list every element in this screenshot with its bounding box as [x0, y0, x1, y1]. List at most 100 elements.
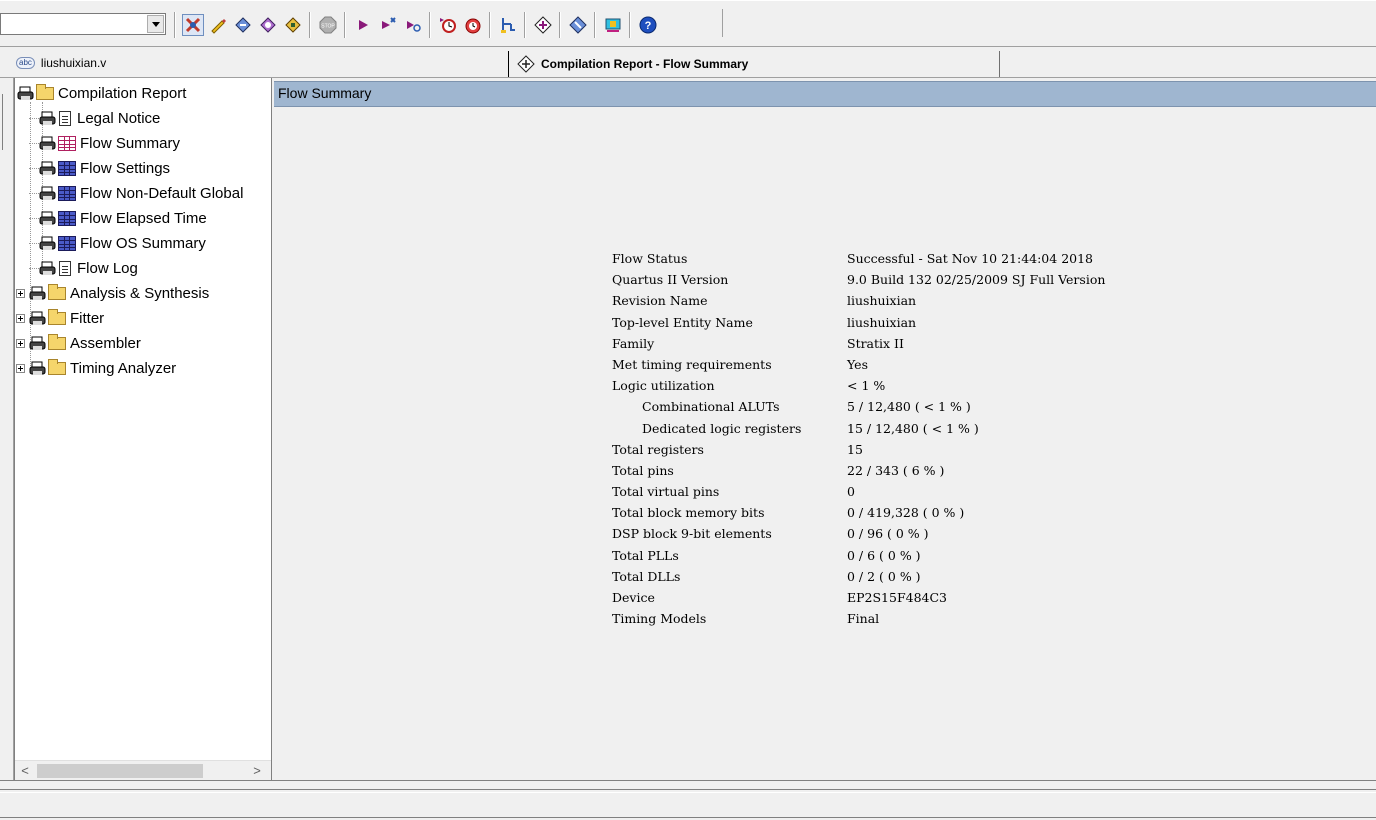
- summary-key: Quartus II Version: [612, 272, 729, 288]
- summary-value: Final: [847, 611, 880, 627]
- folder-icon: [48, 358, 66, 375]
- report-pane: Flow Summary Flow Status Successful - Sat…: [272, 78, 1376, 780]
- tree-item-timing-analyzer[interactable]: Timing Analyzer: [29, 357, 176, 379]
- table-icon: [58, 185, 76, 201]
- panel-splitter[interactable]: [0, 780, 1376, 790]
- svg-text:?: ?: [644, 20, 651, 32]
- tree-item-flow-non-default-global[interactable]: Flow Non-Default Global: [29, 182, 244, 204]
- summary-key: Total registers: [612, 441, 704, 457]
- expand-assembler[interactable]: [16, 339, 25, 348]
- analysis-icon[interactable]: [232, 14, 254, 36]
- toolbar-separator: [309, 12, 311, 38]
- printer-icon: [39, 136, 56, 150]
- printer-icon: [29, 286, 46, 300]
- timing-icon[interactable]: [377, 14, 399, 36]
- tree-item-analysis-synthesis[interactable]: Analysis & Synthesis: [29, 282, 209, 304]
- toolbar: STOP ?: [0, 0, 1376, 46]
- summary-value: 9.0 Build 132 02/25/2009 SJ Full Version: [847, 272, 1106, 288]
- pencil-icon[interactable]: [207, 14, 229, 36]
- folder-icon: [48, 283, 66, 300]
- toolbar-separator: [174, 12, 176, 38]
- expand-analysis-synthesis[interactable]: [16, 289, 25, 298]
- quartus-window: STOP ? abc liushuixian.v Compilation Rep…: [0, 0, 1376, 820]
- printer-icon: [29, 311, 46, 325]
- summary-key: Flow Status: [612, 251, 688, 266]
- summary-key: Total DLLs: [612, 568, 681, 584]
- summary-value: Stratix II: [847, 335, 904, 351]
- scroll-left-icon[interactable]: <: [17, 763, 33, 779]
- summary-key: Total block memory bits: [612, 505, 765, 521]
- help-icon[interactable]: ?: [637, 14, 659, 36]
- netlist-icon[interactable]: [497, 14, 519, 36]
- summary-value: liushuixian: [847, 293, 917, 309]
- fitter-icon[interactable]: [282, 14, 304, 36]
- summary-value: 15 / 12,480 ( < 1 % ): [847, 420, 979, 436]
- file-tab[interactable]: abc liushuixian.v: [16, 51, 106, 75]
- stop-icon[interactable]: STOP: [317, 14, 339, 36]
- report-tab-label: Compilation Report - Flow Summary: [541, 57, 749, 71]
- scroll-right-icon[interactable]: >: [249, 763, 265, 779]
- tree-item-label: Timing Analyzer: [70, 359, 177, 377]
- tree-item-label: Flow Settings: [80, 159, 171, 177]
- step-icon[interactable]: [402, 14, 424, 36]
- tree-item-label: Compilation Report: [58, 84, 187, 102]
- timer-icon[interactable]: [437, 14, 459, 36]
- status-bar: [0, 792, 1376, 820]
- summary-key: Combinational ALUTs: [642, 399, 780, 415]
- summary-value: EP2S15F484C3: [847, 590, 948, 605]
- printer-icon: [39, 236, 56, 250]
- summary-key: Revision Name: [612, 293, 708, 309]
- expand-timing-analyzer[interactable]: [16, 364, 25, 373]
- summary-value: 0 / 96 ( 0 % ): [847, 526, 929, 542]
- tree-item-flow-log[interactable]: Flow Log: [29, 257, 138, 279]
- file-tab-label: liushuixian.v: [40, 56, 107, 70]
- summary-value: liushuixian: [847, 314, 917, 330]
- summary-key: Device: [612, 590, 655, 605]
- printer-icon: [29, 336, 46, 350]
- tree-item-flow-os-summary[interactable]: Flow OS Summary: [29, 232, 206, 254]
- tree-item-legal-notice[interactable]: Legal Notice: [29, 107, 161, 129]
- tree-item-label: Flow OS Summary: [80, 234, 206, 252]
- chip-icon[interactable]: [602, 14, 624, 36]
- printer-icon: [29, 361, 46, 375]
- programmer-icon[interactable]: [567, 14, 589, 36]
- toolbar-separator: [429, 12, 431, 38]
- document-icon: [59, 110, 71, 126]
- summary-key: DSP block 9-bit elements: [612, 526, 772, 542]
- clock-icon[interactable]: [462, 14, 484, 36]
- printer-icon: [39, 211, 56, 225]
- tree-root-compilation-report[interactable]: Compilation Report: [17, 82, 186, 104]
- tree-item-assembler[interactable]: Assembler: [29, 332, 141, 354]
- tree-item-flow-summary[interactable]: Flow Summary: [29, 132, 181, 154]
- tree-item-label: Assembler: [70, 334, 141, 352]
- tree-item-fitter[interactable]: Fitter: [29, 307, 104, 329]
- tree-item-flow-elapsed-time[interactable]: Flow Elapsed Time: [29, 207, 207, 229]
- summary-value: 0: [847, 484, 855, 500]
- expand-fitter[interactable]: [16, 314, 25, 323]
- compile-x-icon[interactable]: [181, 14, 204, 36]
- summary-key: Timing Models: [612, 611, 707, 627]
- summary-key: Logic utilization: [612, 378, 715, 394]
- printer-icon: [17, 86, 34, 100]
- document-icon: [59, 260, 71, 276]
- summary-value: Yes: [847, 356, 868, 372]
- toolbar-separator: [524, 12, 526, 38]
- toolbar-combo-box[interactable]: [0, 13, 166, 35]
- synthesis-icon[interactable]: [257, 14, 279, 36]
- toolbar-icons: STOP ?: [170, 9, 660, 41]
- tree-horizontal-scrollbar[interactable]: < >: [15, 760, 271, 780]
- folder-icon: [36, 83, 54, 100]
- table-icon: [58, 160, 76, 176]
- tree-item-label: Flow Non-Default Global: [80, 184, 244, 202]
- tree-item-flow-settings[interactable]: Flow Settings: [29, 157, 171, 179]
- rtl-icon[interactable]: [532, 14, 554, 36]
- tree-item-label: Flow Summary: [80, 134, 181, 152]
- summary-key: Total pins: [612, 462, 674, 478]
- play-icon[interactable]: [352, 14, 374, 36]
- report-tab[interactable]: Compilation Report - Flow Summary: [508, 51, 1000, 77]
- summary-value: 0 / 6 ( 0 % ): [847, 547, 921, 563]
- scrollbar-thumb[interactable]: [37, 764, 203, 778]
- tree-item-label: Legal Notice: [77, 109, 161, 127]
- report-header: Flow Summary: [274, 81, 1376, 107]
- chevron-down-icon[interactable]: [147, 15, 164, 33]
